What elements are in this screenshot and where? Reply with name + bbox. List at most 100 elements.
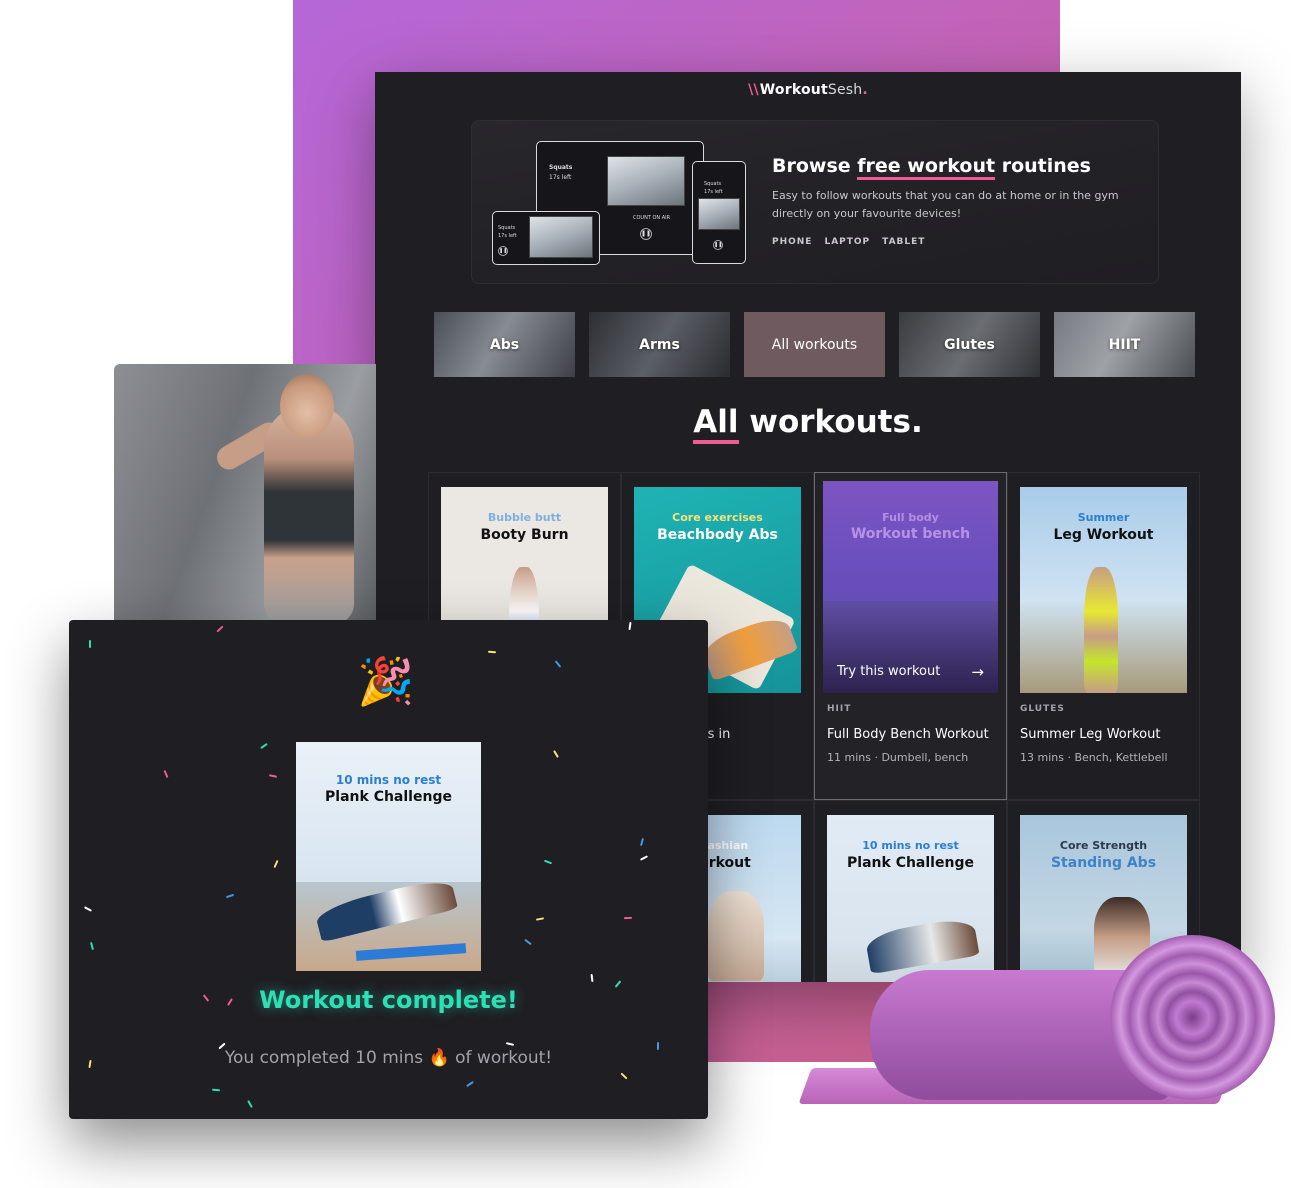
laptop-footer-label: COUNT ON AIR: [633, 215, 671, 221]
category-label: Abs: [489, 336, 520, 353]
workout-complete-heading: Workout complete!: [259, 986, 518, 1014]
phone-mockup: Squats 17s left ❚❚: [692, 161, 746, 264]
workout-meta: 11 mins · Dumbell, bench: [827, 751, 969, 764]
workout-name: Summer Leg Workout: [1020, 727, 1161, 742]
confetti-piece: [620, 1072, 628, 1080]
workout-category: HIIT: [827, 704, 852, 714]
confetti-piece: [268, 774, 278, 778]
workout-thumb-title: Standing Abs: [1050, 855, 1157, 871]
pause-icon: ❚❚: [713, 240, 723, 250]
tablet-exercise-image: [529, 216, 593, 258]
completed-workout-title: Plank Challenge: [325, 789, 452, 805]
confetti-piece: [553, 750, 559, 758]
confetti-piece: [273, 859, 279, 869]
confetti-piece: [535, 917, 545, 921]
pause-icon: ❚❚: [640, 228, 652, 240]
workout-thumbnail: Summer Leg Workout: [1020, 487, 1187, 693]
workout-thumb-title: Beachbody Abs: [657, 527, 778, 543]
category-label: All workouts: [771, 336, 858, 353]
logo-name-suffix: Sesh: [827, 82, 863, 98]
workout-thumb-subtitle: Core Strength: [1059, 839, 1148, 852]
confetti-piece: [639, 837, 645, 847]
athlete-figure: [1084, 567, 1118, 693]
logo-mark: \\: [748, 82, 759, 98]
workout-thumbnail: 10 mins no rest Plank Challenge: [827, 815, 994, 982]
confetti-piece: [216, 625, 224, 633]
workout-complete-modal: 🎉 10 mins no rest Plank Challenge Workou…: [69, 620, 708, 1119]
confetti-piece: [89, 640, 91, 648]
workout-card-full-body-bench[interactable]: Full body Workout bench Try this workout…: [814, 472, 1007, 800]
workout-name: Full Body Bench Workout: [827, 727, 989, 742]
logo-name: Workout: [759, 82, 828, 98]
workout-thumb-title: Workout bench: [850, 526, 971, 542]
confetti-piece: [89, 941, 95, 951]
category-abs[interactable]: Abs: [434, 312, 575, 377]
completed-text-pre: You completed 10 mins: [224, 1048, 429, 1068]
hero-title-post: routines: [995, 155, 1091, 177]
tablet-exercise-label: Squats: [498, 225, 516, 231]
laptop-exercise-image: [607, 156, 685, 206]
tablet-time-label: 17s left: [498, 233, 517, 239]
fire-icon: 🔥: [428, 1048, 450, 1068]
confetti-piece: [487, 650, 497, 654]
workout-thumb-title: Plank Challenge: [847, 855, 974, 871]
confetti-piece: [639, 855, 649, 861]
completed-workout-subtitle: 10 mins no rest: [335, 773, 442, 787]
tablet-mockup: Squats 17s left ❚❚: [492, 211, 600, 265]
runner-photo: [114, 364, 376, 622]
confetti-piece: [466, 1080, 474, 1088]
workout-card-plank-challenge[interactable]: 10 mins no rest Plank Challenge: [814, 800, 1007, 982]
logo[interactable]: \\WorkoutSesh.: [375, 82, 1241, 98]
hero-title-pre: Browse: [772, 155, 858, 177]
phone-time-label: 17s left: [704, 189, 723, 195]
category-label: HIIT: [1108, 336, 1141, 353]
category-all-workouts[interactable]: All workouts: [744, 312, 885, 377]
laptop-time-label: 17s left: [549, 174, 572, 181]
confetti-piece: [623, 916, 633, 920]
category-glutes[interactable]: Glutes: [899, 312, 1040, 377]
completed-workout-card: 10 mins no rest Plank Challenge: [296, 742, 481, 971]
confetti-piece: [211, 1088, 221, 1092]
confetti-piece: [163, 769, 169, 779]
confetti-piece: [505, 1042, 515, 1046]
laptop-exercise-label: Squats: [549, 164, 573, 171]
category-label: Arms: [639, 336, 680, 353]
yoga-mat-roll-end: [1110, 935, 1275, 1100]
confetti-piece: [524, 938, 532, 946]
confetti-piece: [247, 1100, 253, 1108]
category-filter: Abs Arms All workouts Glutes HIIT: [434, 312, 1195, 377]
hero-title: Browse free workout routines: [772, 155, 1091, 180]
tag-phone: PHONE: [772, 237, 813, 247]
confetti-piece: [554, 660, 562, 668]
hero-title-highlight: free workout: [857, 155, 996, 180]
hero-description: Easy to follow workouts that you can do …: [772, 189, 1119, 220]
workout-thumb-subtitle: Summer: [1077, 511, 1130, 524]
athlete-figure: [708, 891, 764, 981]
confetti-piece: [543, 859, 553, 865]
category-arms[interactable]: Arms: [589, 312, 730, 377]
section-title: All workouts.: [375, 404, 1241, 444]
confetti-piece: [628, 621, 632, 631]
party-popper-icon: 🎉: [357, 654, 415, 708]
workout-thumb-subtitle: Core exercises: [672, 511, 763, 524]
device-tags: PHONE LAPTOP TABLET: [772, 237, 925, 247]
phone-exercise-label: Squats: [704, 181, 722, 187]
category-hiit[interactable]: HIIT: [1054, 312, 1195, 377]
hero-banner: Squats 17s left COUNT ON AIR ❚❚ Squats 1…: [471, 120, 1159, 284]
workout-category: GLUTES: [1020, 704, 1065, 714]
section-title-rest: workouts.: [738, 404, 923, 440]
tag-laptop: LAPTOP: [824, 237, 871, 247]
workout-thumb-subtitle: Bubble butt: [487, 511, 562, 524]
completed-text-post: of workout!: [449, 1048, 553, 1068]
workout-thumbnail: Full body Workout bench Try this workout…: [823, 481, 998, 693]
workout-thumb-title: Booty Burn: [480, 527, 569, 543]
workout-card-summer-leg[interactable]: Summer Leg Workout GLUTES Summer Leg Wor…: [1007, 472, 1200, 800]
runner-head: [280, 374, 334, 438]
try-workout-link[interactable]: Try this workout: [837, 664, 940, 679]
category-label: Glutes: [944, 336, 995, 353]
workout-meta: 13 mins · Bench, Kettlebell: [1020, 751, 1168, 764]
confetti-piece: [83, 906, 93, 912]
athlete-figure: [864, 915, 980, 975]
phone-exercise-image: [698, 198, 740, 230]
confetti-piece: [260, 742, 268, 750]
